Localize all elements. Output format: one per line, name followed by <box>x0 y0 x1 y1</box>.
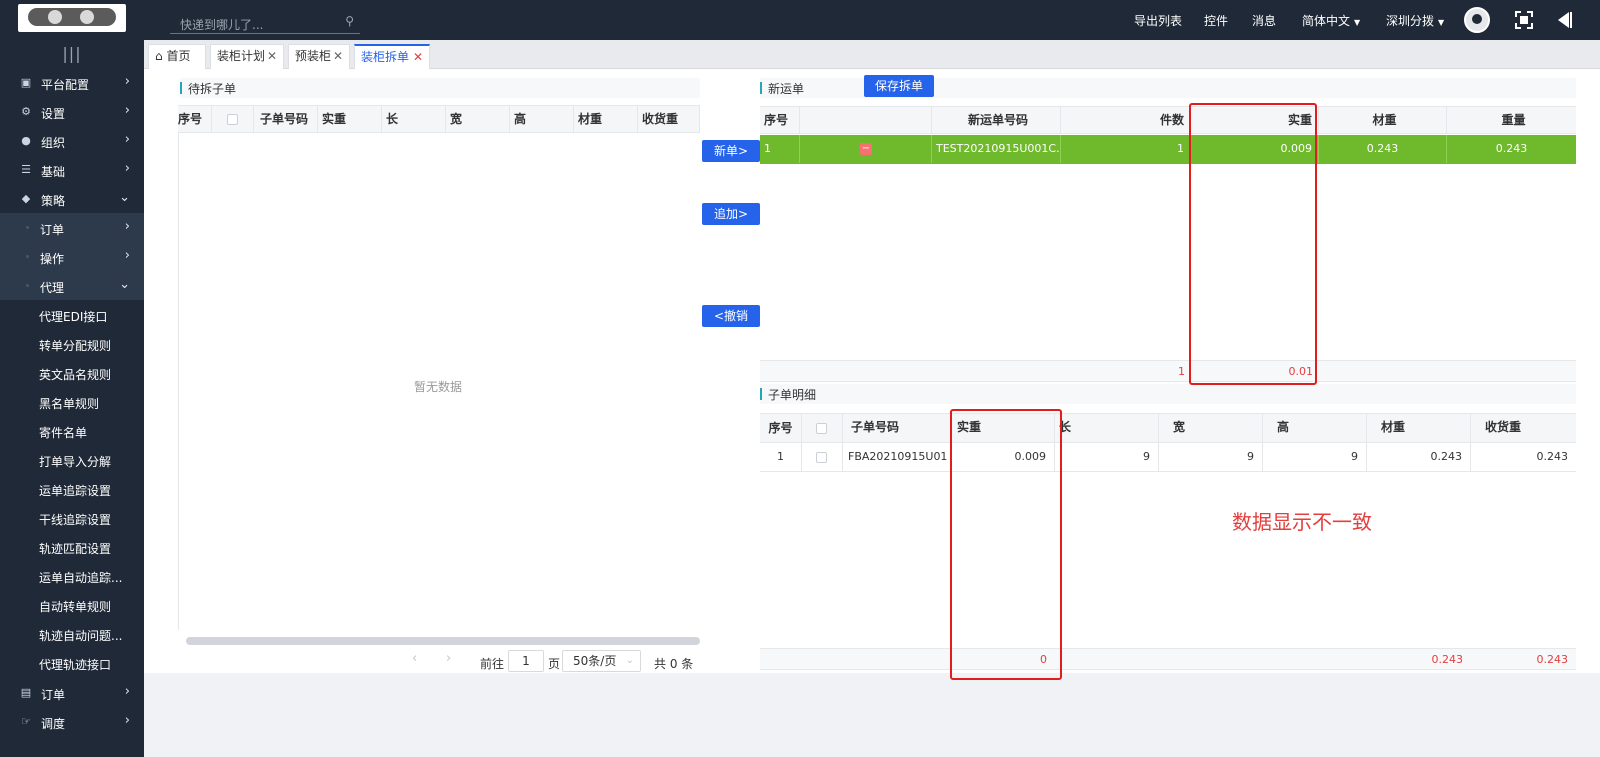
table-row[interactable]: 1 FBA20210915U01 0.009 9 9 9 0.243 0.243 <box>760 443 1576 472</box>
hand-icon: ☞ <box>21 715 31 728</box>
shield-icon: ◆ <box>21 192 31 205</box>
page-number-input[interactable]: 1 <box>508 650 544 672</box>
tab-home[interactable]: ⌂ 首页 <box>148 44 206 69</box>
language-dropdown[interactable]: 简体中文 ▼ <box>1302 12 1360 29</box>
sidebar-item-auto-tracking[interactable]: 运单自动追踪... <box>0 561 144 590</box>
tab-split-container[interactable]: 装柜拆单 ✕ <box>354 44 430 69</box>
tab-pre-loading[interactable]: 预装柜 ✕ <box>288 44 350 69</box>
sidebar-item-dispatch[interactable]: ☞ 调度 › <box>0 707 144 736</box>
monitor-icon: ▣ <box>20 76 32 89</box>
layers-icon: ☰ <box>21 163 31 176</box>
chevron-right-icon: › <box>124 103 130 118</box>
pending-table-header: 序号 子单号码 实重 长 宽 高 材重 收货重 <box>178 105 700 133</box>
chevron-down-icon: ⌄ <box>119 190 130 205</box>
undo-button[interactable]: <撤销 <box>702 305 760 327</box>
close-icon[interactable]: ✕ <box>413 46 423 69</box>
sidebar-item-sender-list[interactable]: 寄件名单 <box>0 416 144 445</box>
tab-bar: ⌂ 首页 装柜计划 ✕ 预装柜 ✕ 装柜拆单 ✕ <box>144 40 1600 69</box>
sidebar-item-agent-edi[interactable]: 代理EDI接口 <box>0 300 144 329</box>
sidebar-item-auto-issue[interactable]: 轨迹自动问题... <box>0 619 144 648</box>
export-list-link[interactable]: 导出列表 <box>1134 12 1182 29</box>
home-icon: ⌂ <box>155 49 163 63</box>
sidebar-item-waybill-tracking[interactable]: 运单追踪设置 <box>0 474 144 503</box>
sidebar-item-order-sub[interactable]: 订单 › <box>0 213 144 242</box>
messages-link[interactable]: 消息 <box>1252 12 1276 29</box>
sidebar-item-trunk-tracking[interactable]: 干线追踪设置 <box>0 503 144 532</box>
empty-state-text: 暂无数据 <box>414 380 463 394</box>
new-order-button[interactable]: 新单> <box>702 140 760 162</box>
menu-toggle-icon[interactable]: ||| <box>0 40 144 68</box>
chevron-right-icon: › <box>124 219 130 234</box>
top-bar: 快递到哪儿了... ⚲ 导出列表 控件 消息 简体中文 ▼ 深圳分拨 ▼ <box>0 0 1600 40</box>
sidebar-item-agent-track-api[interactable]: 代理轨迹接口 <box>0 648 144 677</box>
pending-sub-orders-title: 待拆子单 <box>180 78 700 98</box>
server-icon: ▤ <box>20 686 32 699</box>
append-button[interactable]: 追加> <box>702 203 760 225</box>
sidebar-item-basic[interactable]: ☰ 基础 › <box>0 155 144 184</box>
logo[interactable] <box>18 4 126 32</box>
chevron-right-icon: › <box>124 132 130 147</box>
page-size-select[interactable]: 50条/页 ⌄ <box>562 650 641 672</box>
table-row[interactable]: 1 − TEST20210915U001C... 1 0.009 0.243 0… <box>760 135 1576 164</box>
search-box[interactable]: 快递到哪儿了... ⚲ <box>170 10 360 34</box>
avatar[interactable] <box>1464 7 1490 33</box>
sidebar-item-english-name-rules[interactable]: 英文品名规则 <box>0 358 144 387</box>
chevron-right-icon: › <box>124 74 130 89</box>
detail-footer: 0 0.243 0.243 <box>760 648 1576 670</box>
search-icon[interactable]: ⚲ <box>345 14 354 28</box>
sidebar-item-track-match[interactable]: 轨迹匹配设置 <box>0 532 144 561</box>
row-checkbox[interactable] <box>816 452 827 463</box>
sidebar-item-blacklist-rules[interactable]: 黑名单规则 <box>0 387 144 416</box>
tab-loading-plan[interactable]: 装柜计划 ✕ <box>210 44 284 69</box>
gear-icon: ⚙ <box>21 105 31 118</box>
sub-order-detail-title: 子单明细 <box>760 384 1576 404</box>
horizontal-scrollbar[interactable] <box>186 637 700 645</box>
chevron-down-icon: ⌄ <box>625 655 634 666</box>
sidebar-item-orders[interactable]: ▤ 订单 › <box>0 678 144 707</box>
branch-dropdown[interactable]: 深圳分拨 ▼ <box>1386 12 1444 29</box>
annotation-highlight-box <box>950 409 1062 680</box>
sidebar-item-strategy[interactable]: ◆ 策略 ⌄ <box>0 184 144 213</box>
search-input[interactable]: 快递到哪儿了... <box>180 16 263 33</box>
fullscreen-icon[interactable] <box>1514 10 1534 30</box>
caret-down-icon: ▼ <box>1438 18 1445 27</box>
remove-row-icon[interactable]: − <box>860 143 872 155</box>
prev-page-icon[interactable]: ‹ <box>412 651 417 666</box>
close-icon[interactable]: ✕ <box>333 45 343 68</box>
annotation-text: 数据显示不一致 <box>1232 510 1372 534</box>
select-all-checkbox[interactable] <box>227 114 238 125</box>
close-icon[interactable]: ✕ <box>267 45 277 68</box>
select-all-checkbox[interactable] <box>816 423 827 434</box>
chevron-right-icon: › <box>124 248 130 263</box>
annotation-highlight-box <box>1189 103 1317 385</box>
collapse-sidebar-icon[interactable] <box>1555 10 1573 30</box>
chevron-right-icon: › <box>124 713 130 728</box>
sidebar: ||| ▣ 平台配置 › ⚙ 设置 › ● 组织 › ☰ 基础 › ◆ 策略 ⌄… <box>0 40 144 757</box>
sidebar-item-organization[interactable]: ● 组织 › <box>0 126 144 155</box>
new-waybill-footer: 1 0.01 <box>760 360 1576 382</box>
sidebar-item-auto-transfer[interactable]: 自动转单规则 <box>0 590 144 619</box>
detail-table-header: 序号 子单号码 实重 长 宽 高 材重 收货重 <box>760 413 1576 443</box>
caret-down-icon: ▼ <box>1354 18 1361 27</box>
sidebar-item-operation[interactable]: 操作 › <box>0 242 144 271</box>
sidebar-item-transfer-rules[interactable]: 转单分配规则 <box>0 329 144 358</box>
sidebar-item-print-import[interactable]: 打单导入分解 <box>0 445 144 474</box>
save-split-button[interactable]: 保存拆单 <box>864 75 934 97</box>
chevron-right-icon: › <box>124 684 130 699</box>
new-waybill-table-header: 序号 新运单号码 件数 实重 材重 重量 <box>760 106 1576 134</box>
sidebar-item-settings[interactable]: ⚙ 设置 › <box>0 97 144 126</box>
chevron-down-icon: ⌄ <box>119 277 130 292</box>
users-icon: ● <box>21 134 31 147</box>
controls-link[interactable]: 控件 <box>1204 12 1228 29</box>
next-page-icon[interactable]: › <box>446 651 451 666</box>
chevron-right-icon: › <box>124 161 130 176</box>
sidebar-item-platform-config[interactable]: ▣ 平台配置 › <box>0 68 144 97</box>
sidebar-item-agent[interactable]: 代理 ⌄ <box>0 271 144 300</box>
